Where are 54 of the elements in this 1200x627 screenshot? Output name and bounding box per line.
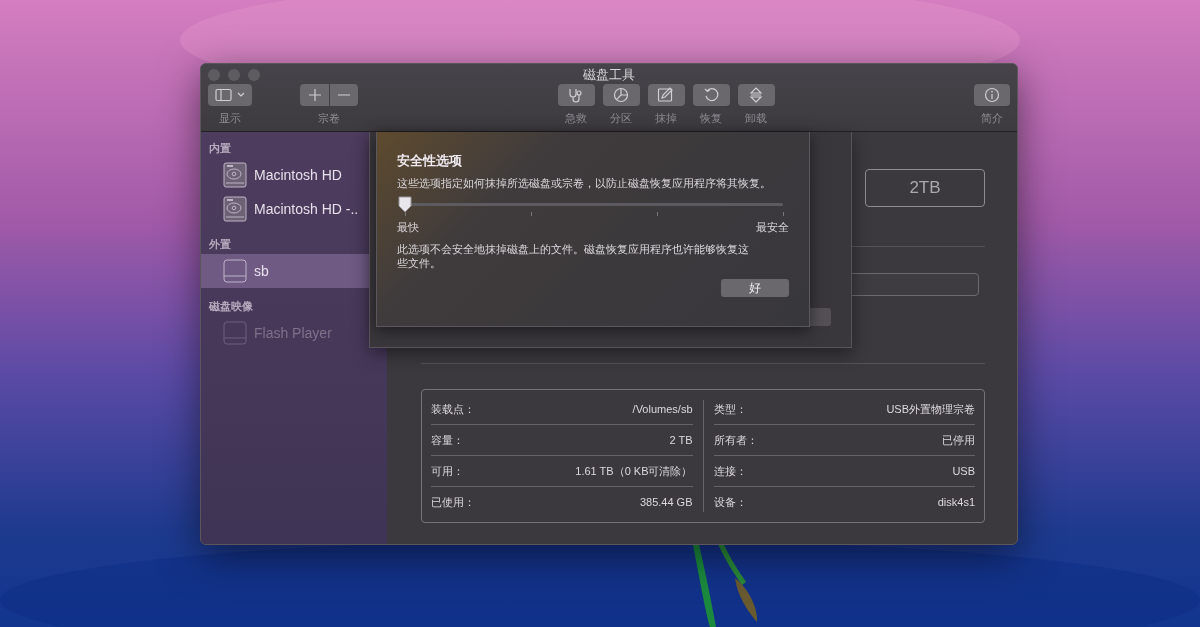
pie-chart-icon [613,87,629,103]
drive-icon [223,320,247,346]
capacity-display: 2TB [865,169,985,207]
info-value: USB [952,463,975,479]
info-label: 可用： [431,463,464,479]
eject-icon [749,87,763,103]
info-label: 类型： [713,401,747,417]
view-button[interactable] [208,84,252,106]
erase-button[interactable] [647,84,685,106]
info-value: 2 TB [669,432,693,448]
sidebar-icon [215,88,245,102]
dialog-description: 这些选项指定如何抹掉所选磁盘或宗卷，以防止磁盘恢复应用程序将其恢复。 [397,176,772,190]
toolbar-label: 宗卷 [318,111,340,125]
toolbar-label: 卸载 [745,111,767,125]
sidebar-heading: 磁盘映像 [208,299,254,314]
info-value: /Volumes/sb [632,401,693,417]
info-button[interactable] [974,84,1010,106]
info-icon [984,87,1000,103]
toolbar-label: 抹掉 [655,111,677,125]
info-label: 所有者： [713,432,758,448]
unmount-button[interactable] [737,84,775,106]
dialog-note: 此选项不会安全地抹掉磁盘上的文件。磁盘恢复应用程序也许能够恢复这些文件。 [397,242,750,270]
info-label: 装载点： [431,401,475,417]
window-title: 磁盘工具 [583,67,635,82]
info-value: disk4s1 [937,495,975,511]
toolbar-label: 恢复 [700,111,722,125]
info-label: 已使用： [431,495,475,511]
info-value: USB外置物理宗卷 [886,401,975,417]
toolbar-label: 分区 [610,111,632,125]
info-value: 385.44 GB [639,495,693,511]
slider-thumb[interactable] [398,196,412,213]
slider-max-label: 最安全 [756,220,789,234]
info-label: 容量： [431,432,464,448]
info-value: 已停用 [942,432,975,448]
add-button[interactable] [300,84,329,106]
drive-icon [223,258,247,284]
undo-icon [703,87,719,103]
plus-icon [308,89,321,101]
info-value: 1.61 TB（0 KB可清除） [575,463,693,479]
restore-button[interactable] [692,84,730,106]
info-label: 设备： [713,495,747,511]
dialog-title: 安全性选项 [397,152,463,170]
slider-min-label: 最快 [397,220,419,234]
first-aid-button[interactable] [557,84,595,106]
partition-button[interactable] [602,84,640,106]
pencil-icon [657,87,675,103]
toolbar-label: 急救 [565,111,587,125]
ok-button[interactable]: 好 [721,279,789,297]
sidebar-heading: 内置 [208,141,232,156]
sidebar-heading: 外置 [208,237,232,252]
toolbar-label: 简介 [981,111,1003,125]
stethoscope-icon [567,87,585,103]
toolbar-label: 显示 [219,111,241,125]
info-label: 连接： [713,463,747,479]
